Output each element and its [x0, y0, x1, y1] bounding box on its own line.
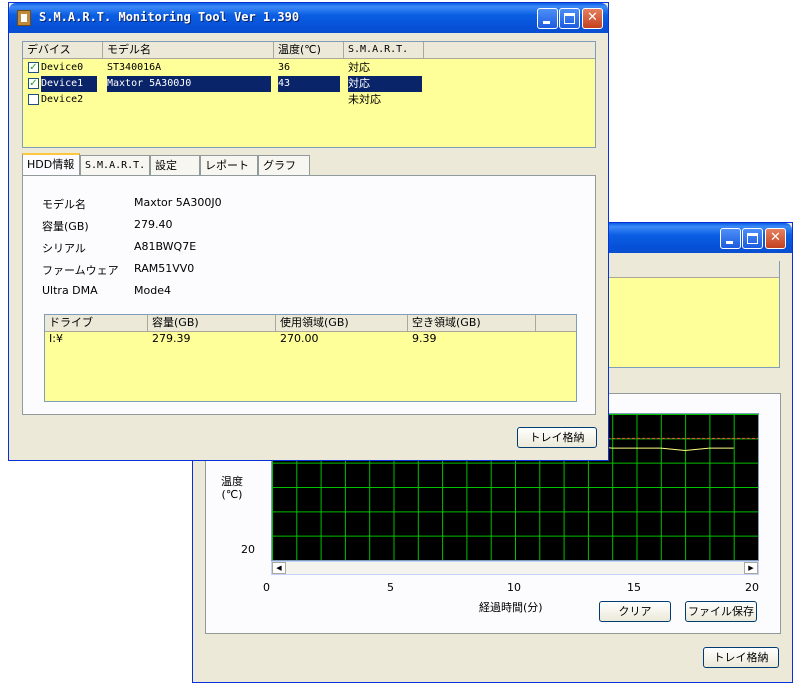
- y-tick-label: 20: [241, 543, 255, 556]
- maximize-icon[interactable]: [559, 8, 580, 29]
- device-list[interactable]: デバイス モデル名 温度(℃) S.M.A.R.T. ✓ Device0 ST340…: [22, 41, 596, 148]
- info-value: Mode4: [134, 284, 171, 297]
- col-drive[interactable]: ドライブ: [45, 315, 148, 331]
- graph-window-device-list[interactable]: [603, 261, 780, 368]
- x-tick-15: 15: [627, 581, 641, 594]
- info-value: 279.40: [134, 218, 173, 231]
- maximize-icon[interactable]: [742, 228, 763, 249]
- info-label: シリアル: [42, 242, 86, 255]
- col-smart[interactable]: S.M.A.R.T.: [344, 42, 424, 58]
- used-cell: 270.00: [280, 332, 319, 345]
- x-tick-10: 10: [507, 581, 521, 594]
- hdd-info-panel: モデル名 Maxtor 5A300J0 容量(GB) 279.40 シリアル A81BWQ…: [22, 175, 596, 415]
- smart-cell: 未対応: [348, 93, 381, 106]
- col-capacity[interactable]: 容量(GB): [148, 315, 276, 331]
- save-file-button[interactable]: ファイル保存: [685, 601, 757, 622]
- drive-table-header: ドライブ 容量(GB) 使用領域(GB) 空き領域(GB): [45, 315, 576, 332]
- temp-cell: [278, 92, 340, 108]
- col-model[interactable]: モデル名: [103, 42, 274, 58]
- graph-scrollbar[interactable]: ◀ ▶: [271, 561, 759, 575]
- scroll-right-icon[interactable]: ▶: [744, 562, 758, 574]
- drive-cell: I:¥: [49, 332, 63, 345]
- tab-report[interactable]: レポート: [200, 155, 258, 175]
- smart-cell: 対応: [348, 76, 422, 92]
- x-axis-label: 経過時間(分): [479, 601, 543, 614]
- window-title: S.M.A.R.T. Monitoring Tool Ver 1.390: [39, 10, 300, 24]
- app-icon: [17, 10, 31, 26]
- checkbox-checked-icon[interactable]: ✓: [28, 78, 39, 89]
- tab-graph[interactable]: グラフ: [258, 155, 310, 175]
- info-label: 容量(GB): [42, 220, 89, 233]
- minimize-icon[interactable]: [720, 228, 741, 249]
- col-device[interactable]: デバイス: [23, 42, 103, 58]
- close-icon[interactable]: [765, 228, 786, 249]
- checkbox-icon[interactable]: [28, 94, 39, 105]
- x-tick-5: 5: [387, 581, 394, 594]
- x-tick-20: 20: [745, 581, 759, 594]
- capacity-cell: 279.39: [152, 332, 191, 345]
- list-header: [604, 261, 779, 278]
- tab-hdd-info[interactable]: HDD情報: [22, 153, 80, 175]
- tab-smart[interactable]: S.M.A.R.T.: [80, 155, 150, 175]
- info-label: Ultra DMA: [42, 284, 98, 297]
- main-window-titlebar[interactable]: S.M.A.R.T. Monitoring Tool Ver 1.390: [9, 3, 608, 33]
- smart-cell: 対応: [348, 61, 370, 74]
- device-cell: Device1: [41, 76, 97, 92]
- clear-button[interactable]: クリア: [599, 601, 671, 622]
- col-used[interactable]: 使用領域(GB): [276, 315, 408, 331]
- temp-cell: 36: [278, 62, 291, 73]
- temp-cell: 43: [278, 76, 340, 92]
- y-axis-label: 温度 (℃): [221, 475, 243, 501]
- list-item[interactable]: Device2 未対応: [23, 92, 595, 108]
- free-cell: 9.39: [412, 332, 437, 345]
- tray-button[interactable]: トレイ格納: [703, 647, 779, 668]
- device-list-header: デバイス モデル名 温度(℃) S.M.A.R.T.: [23, 42, 595, 59]
- list-item[interactable]: ✓ Device0 ST340016A 36 対応: [23, 60, 595, 76]
- close-icon[interactable]: [582, 8, 603, 29]
- list-item[interactable]: ✓ Device1 Maxtor 5A300J0 43 対応: [23, 76, 595, 92]
- model-cell: [107, 92, 271, 108]
- drive-table[interactable]: ドライブ 容量(GB) 使用領域(GB) 空き領域(GB) I:¥ 279.39…: [44, 314, 577, 402]
- info-value: RAM51VV0: [134, 262, 195, 275]
- col-temp[interactable]: 温度(℃): [274, 42, 344, 58]
- device-cell: Device2: [41, 94, 84, 105]
- info-value: Maxtor 5A300J0: [134, 196, 222, 209]
- model-cell: ST340016A: [107, 62, 162, 73]
- tab-strip: HDD情報 S.M.A.R.T. 設定 レポート グラフ: [22, 153, 602, 175]
- info-label: ファームウェア: [42, 264, 119, 277]
- scroll-left-icon[interactable]: ◀: [272, 562, 286, 574]
- x-tick-0: 0: [263, 581, 270, 594]
- model-cell: Maxtor 5A300J0: [107, 76, 271, 92]
- info-label: モデル名: [42, 198, 86, 211]
- minimize-icon[interactable]: [537, 8, 558, 29]
- table-row[interactable]: I:¥ 279.39 270.00 9.39: [45, 331, 576, 347]
- checkbox-checked-icon[interactable]: ✓: [28, 62, 39, 73]
- tray-button[interactable]: トレイ格納: [517, 427, 597, 448]
- device-cell: Device0: [41, 62, 84, 73]
- info-value: A81BWQ7E: [134, 240, 197, 253]
- col-free[interactable]: 空き領域(GB): [408, 315, 536, 331]
- tab-settings[interactable]: 設定: [150, 155, 200, 175]
- main-window: S.M.A.R.T. Monitoring Tool Ver 1.390 デバイ…: [8, 2, 609, 461]
